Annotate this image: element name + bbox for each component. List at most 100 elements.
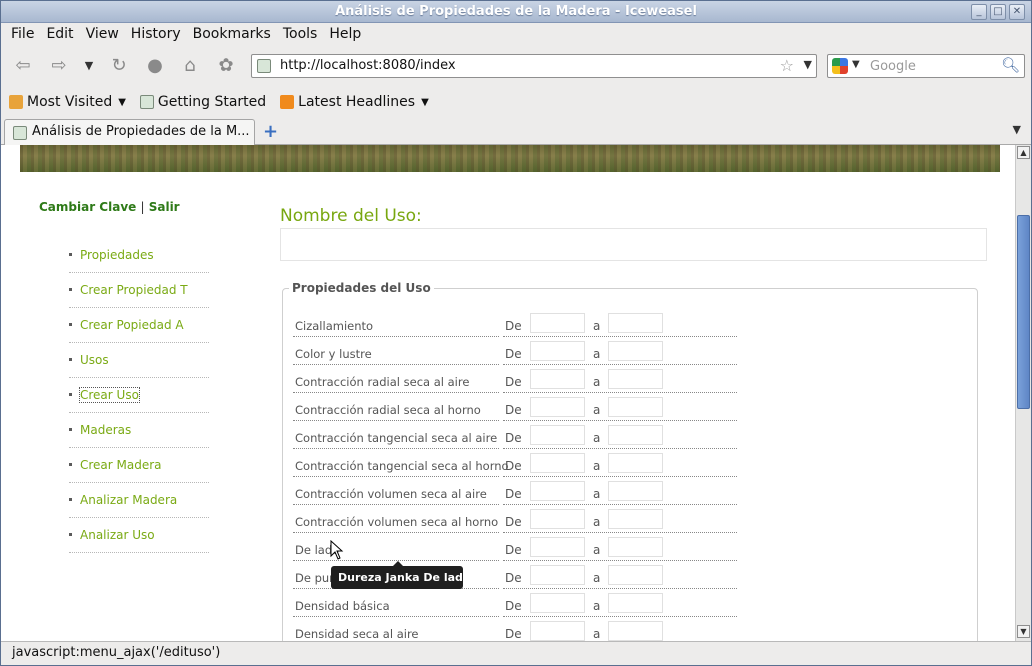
from-value-input[interactable] — [530, 397, 585, 417]
search-box[interactable]: ▼ Google 🔍︎ — [827, 54, 1025, 78]
from-value-input[interactable] — [530, 313, 585, 333]
sidebar-item-propiedades[interactable]: Propiedades — [69, 238, 209, 273]
to-value-input[interactable] — [608, 537, 663, 557]
menu-edit[interactable]: Edit — [40, 23, 79, 47]
url-bar[interactable]: http://localhost:8080/index ☆ ▼ — [251, 54, 817, 78]
menu-file[interactable]: File — [5, 23, 40, 47]
sidebar-item-analizar-uso[interactable]: Analizar Uso — [69, 518, 209, 553]
property-row: Contracción tangencial seca al aire De a — [293, 422, 737, 450]
row-divider — [293, 476, 499, 477]
menu-tools[interactable]: Tools — [277, 23, 324, 47]
search-placeholder[interactable]: Google — [870, 59, 916, 74]
maximize-button[interactable]: □ — [990, 4, 1006, 20]
scroll-up-arrow-icon[interactable]: ▲ — [1017, 146, 1030, 159]
scroll-down-arrow-icon[interactable]: ▼ — [1017, 625, 1030, 638]
bookmarks-toolbar: Most Visited ▼ Getting Started Latest He… — [1, 89, 1031, 115]
row-divider — [293, 420, 499, 421]
window-title: Análisis de Propiedades de la Madera - I… — [335, 4, 697, 19]
menu-view[interactable]: View — [80, 23, 125, 47]
to-value-input[interactable] — [608, 509, 663, 529]
bookmark-getting-started[interactable]: Getting Started — [139, 94, 266, 110]
to-value-input[interactable] — [608, 369, 663, 389]
from-value-input[interactable] — [530, 593, 585, 613]
sidebar-item-usos[interactable]: Usos — [69, 343, 209, 378]
from-value-input[interactable] — [530, 481, 585, 501]
property-row: Densidad seca al aire De a — [295, 618, 737, 641]
sidebar-item-crear-popiedad-a[interactable]: Crear Popiedad A — [69, 308, 209, 343]
to-value-input[interactable] — [608, 565, 663, 585]
from-value-input[interactable] — [530, 369, 585, 389]
url-text[interactable]: http://localhost:8080/index — [280, 58, 456, 73]
logout-link[interactable]: Salir — [149, 200, 180, 214]
tab-list-dropdown-icon[interactable]: ▼ — [1013, 123, 1021, 136]
menu-bar: File Edit View History Bookmarks Tools H… — [1, 23, 1031, 47]
bookmark-most-visited[interactable]: Most Visited ▼ — [9, 94, 126, 110]
engine-dropdown-icon[interactable]: ▼ — [852, 59, 860, 70]
to-label: a — [593, 627, 601, 641]
form-title: Nombre del Uso: — [280, 206, 422, 226]
to-value-input[interactable] — [608, 313, 663, 333]
menu-history[interactable]: History — [125, 23, 187, 47]
stop-icon[interactable]: ● — [143, 54, 167, 78]
reload-icon[interactable]: ↻ — [107, 54, 131, 78]
row-divider — [503, 560, 737, 561]
history-dropdown-icon[interactable]: ▼ — [77, 54, 101, 78]
sidebar-item-crear-uso[interactable]: Crear Uso — [69, 378, 209, 413]
addon-icon[interactable]: ✿ — [214, 54, 238, 78]
tab-active[interactable]: Análisis de Propiedades de la M... — [4, 119, 255, 145]
from-value-input[interactable] — [530, 453, 585, 473]
url-dropdown-icon[interactable]: ▼ — [804, 58, 812, 71]
to-value-input[interactable] — [608, 341, 663, 361]
from-value-input[interactable] — [530, 509, 585, 529]
menu-bookmarks[interactable]: Bookmarks — [187, 23, 277, 47]
page-icon — [139, 95, 154, 109]
to-value-input[interactable] — [608, 453, 663, 473]
use-name-input[interactable] — [280, 228, 987, 261]
row-divider — [293, 336, 499, 337]
sidebar-item-maderas[interactable]: Maderas — [69, 413, 209, 448]
property-row: Color y lustre De a — [293, 338, 737, 366]
property-name: Densidad básica — [295, 599, 390, 613]
to-label: a — [593, 487, 601, 501]
to-value-input[interactable] — [608, 621, 663, 641]
row-divider — [503, 420, 737, 421]
to-value-input[interactable] — [608, 481, 663, 501]
scrollbar-thumb[interactable] — [1017, 215, 1030, 409]
from-value-input[interactable] — [530, 425, 585, 445]
to-value-input[interactable] — [608, 593, 663, 613]
bookmark-latest-headlines[interactable]: Latest Headlines ▼ — [280, 94, 429, 110]
search-icon[interactable]: 🔍︎ — [1001, 56, 1020, 74]
home-icon[interactable]: ⌂ — [178, 54, 202, 78]
change-key-link[interactable]: Cambiar Clave — [39, 200, 136, 214]
to-label: a — [593, 571, 601, 585]
property-name: Color y lustre — [295, 347, 372, 361]
to-label: a — [593, 543, 601, 557]
row-divider — [503, 588, 737, 589]
vertical-scrollbar[interactable]: ▲ ▼ — [1015, 145, 1031, 641]
from-value-input[interactable] — [530, 537, 585, 557]
forward-arrow-icon[interactable]: ⇨ — [47, 54, 71, 78]
to-value-input[interactable] — [608, 425, 663, 445]
close-button[interactable]: ✕ — [1009, 4, 1025, 20]
mouse-cursor-icon — [330, 540, 344, 560]
sidebar-item-crear-madera[interactable]: Crear Madera — [69, 448, 209, 483]
from-value-input[interactable] — [530, 565, 585, 585]
to-value-input[interactable] — [608, 397, 663, 417]
minimize-button[interactable]: _ — [971, 4, 987, 20]
property-name: Densidad seca al aire — [295, 627, 419, 641]
property-row: Contracción volumen seca al aire De a — [293, 478, 737, 506]
new-tab-plus-icon[interactable]: + — [263, 121, 278, 142]
bookmark-star-icon[interactable]: ☆ — [780, 56, 794, 75]
back-arrow-icon[interactable]: ⇦ — [11, 54, 35, 78]
from-value-input[interactable] — [530, 621, 585, 641]
sidebar-item-analizar-madera[interactable]: Analizar Madera — [69, 483, 209, 518]
menu-help[interactable]: Help — [323, 23, 367, 47]
google-engine-icon[interactable] — [832, 58, 848, 74]
row-divider — [293, 448, 499, 449]
site-favicon-icon — [257, 59, 271, 73]
from-label: De — [505, 599, 522, 613]
sidebar-item-crear-propiedad-t[interactable]: Crear Propiedad T — [69, 273, 209, 308]
to-label: a — [593, 599, 601, 613]
to-label: a — [593, 431, 601, 445]
from-value-input[interactable] — [530, 341, 585, 361]
